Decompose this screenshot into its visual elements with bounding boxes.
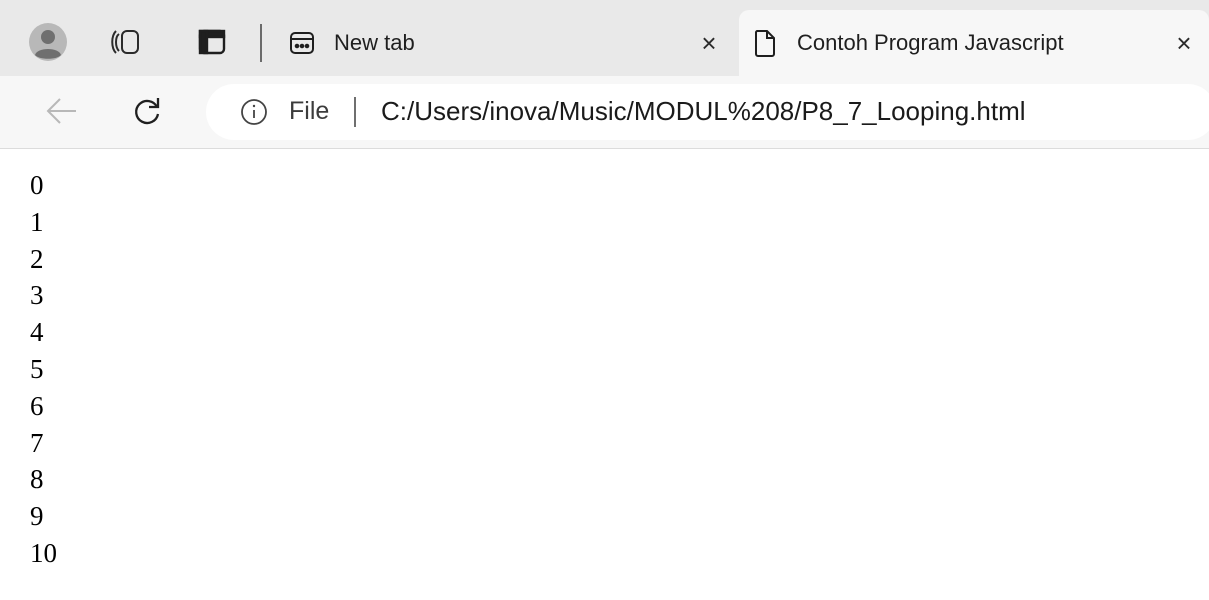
reload-button[interactable] [124,88,170,134]
loop-output-line: 0 [30,170,44,200]
new-tab-page-icon [284,25,320,61]
loop-output-line: 8 [30,464,44,495]
close-tab-button[interactable]: × [1165,24,1203,62]
tabstrip-separator [260,24,262,62]
address-separator [354,97,356,127]
loop-output-line: 9 [30,501,44,532]
document-icon [747,25,783,61]
back-button[interactable] [39,88,85,134]
tab-title: New tab [334,30,415,55]
collections-icon[interactable] [108,22,148,62]
site-info-label[interactable]: File [289,97,329,126]
loop-output-line: 4 [30,317,44,348]
loop-output-list: 0 1 2 3 4 5 6 7 8 9 10 [30,167,57,572]
loop-output-line: 6 [30,390,44,421]
tab-strip: New tab × Contoh Program Javascript × [0,0,1209,88]
loop-output-line: 2 [30,243,44,274]
loop-output-line: 1 [30,206,44,237]
close-tab-button[interactable]: × [690,24,728,62]
address-bar[interactable]: File C:/Users/inova/Music/MODUL%208/P8_7… [206,84,1209,140]
loop-output-line: 5 [30,353,44,384]
tab-contoh-program[interactable]: Contoh Program Javascript × [739,10,1209,76]
loop-output-line: 7 [30,427,44,458]
tab-new-tab[interactable]: New tab × [276,10,736,76]
tab-title: Contoh Program Javascript [797,30,1064,55]
profile-avatar-icon[interactable] [28,22,68,62]
url-text[interactable]: C:/Users/inova/Music/MODUL%208/P8_7_Loop… [381,96,1026,127]
browser-toolbar: File C:/Users/inova/Music/MODUL%208/P8_7… [0,76,1209,148]
loop-output-line: 3 [30,280,44,311]
tab-actions-icon[interactable] [192,22,232,62]
loop-output-line: 10 [30,537,57,568]
page-content: 0 1 2 3 4 5 6 7 8 9 10 [0,149,1209,600]
info-icon[interactable] [240,98,268,126]
